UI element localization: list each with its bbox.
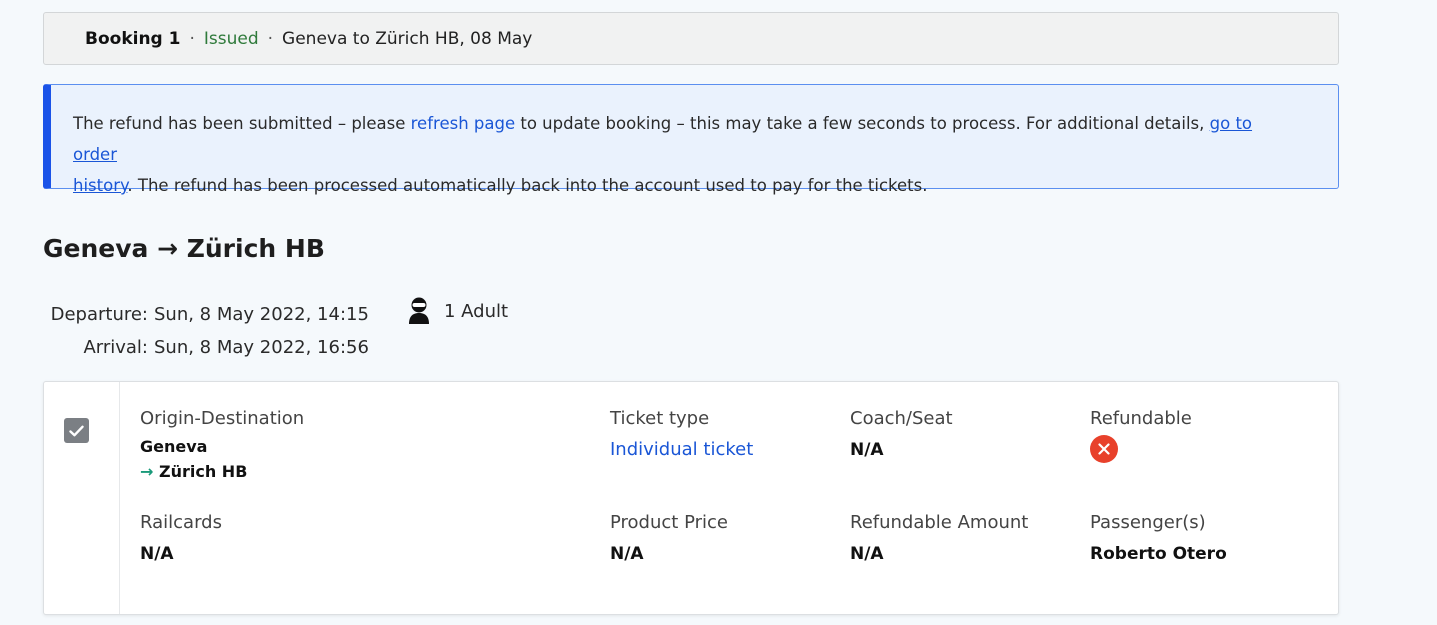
passenger-summary: 1 Adult: [408, 297, 508, 325]
coach-seat-label: Coach/Seat: [850, 408, 953, 429]
alert-text: to update booking – this may take a few …: [515, 114, 1210, 133]
passenger-count: 1 Adult: [444, 300, 509, 322]
product-price-field: Product Price N/A: [610, 512, 728, 564]
departure-value: Sun, 8 May 2022, 14:15: [154, 304, 369, 325]
passenger-name: Roberto Otero: [1090, 544, 1227, 564]
refund-alert: The refund has been submitted – please r…: [43, 84, 1339, 195]
arrow-icon: →: [140, 462, 154, 481]
journey-title: Geneva → Zürich HB: [43, 234, 325, 263]
refundable-field: Refundable: [1090, 408, 1192, 463]
order-history-link[interactable]: history: [73, 176, 127, 195]
ticket-select-column: [44, 382, 120, 614]
alert-text: The refund has been submitted – please: [73, 114, 411, 133]
journey-times: Departure: Sun, 8 May 2022, 14:15 Arriva…: [43, 298, 369, 364]
railcards-label: Railcards: [140, 512, 222, 533]
refundable-label: Refundable: [1090, 408, 1192, 429]
refundable-amount-value: N/A: [850, 544, 884, 564]
booking-status: Issued: [203, 28, 259, 49]
ticket-type-link[interactable]: Individual ticket: [610, 439, 753, 460]
product-price-label: Product Price: [610, 512, 728, 533]
ticket-card: Origin-Destination Geneva → Zürich HB Ti…: [43, 381, 1339, 615]
arrival-label: Arrival:: [83, 337, 148, 358]
person-icon: [409, 297, 429, 324]
destination-value: Zürich HB: [158, 462, 248, 481]
railcards-field: Railcards N/A: [140, 512, 222, 564]
alert-text: . The refund has been processed automati…: [127, 176, 928, 195]
passengers-field: Passenger(s) Roberto Otero: [1090, 512, 1227, 564]
coach-seat-value: N/A: [850, 440, 884, 460]
product-price-value: N/A: [610, 544, 644, 564]
check-icon: [69, 425, 84, 436]
refresh-page-link[interactable]: refresh page: [411, 114, 515, 133]
origin-destination-label: Origin-Destination: [140, 408, 305, 429]
refundable-amount-label: Refundable Amount: [850, 512, 1029, 533]
origin-value: Geneva: [140, 437, 208, 456]
ticket-type-field: Ticket type Individual ticket: [610, 408, 753, 460]
close-circle-icon: [1090, 435, 1118, 463]
booking-title: Booking 1: [85, 28, 181, 49]
ticket-checkbox[interactable]: [64, 418, 89, 443]
separator: ·: [189, 28, 195, 49]
departure-label: Departure:: [50, 304, 148, 325]
separator: ·: [267, 28, 274, 49]
refundable-amount-field: Refundable Amount N/A: [850, 512, 1028, 564]
arrival-value: Sun, 8 May 2022, 16:56: [154, 337, 369, 358]
origin-destination-field: Origin-Destination Geneva → Zürich HB: [140, 408, 304, 484]
booking-route: Geneva to Zürich HB, 08 May: [282, 28, 533, 49]
railcards-value: N/A: [140, 544, 174, 564]
ticket-type-label: Ticket type: [610, 408, 710, 429]
passengers-label: Passenger(s): [1090, 512, 1206, 533]
coach-seat-field: Coach/Seat N/A: [850, 408, 953, 460]
booking-header[interactable]: Booking 1 · Issued · Geneva to Zürich HB…: [43, 12, 1339, 65]
